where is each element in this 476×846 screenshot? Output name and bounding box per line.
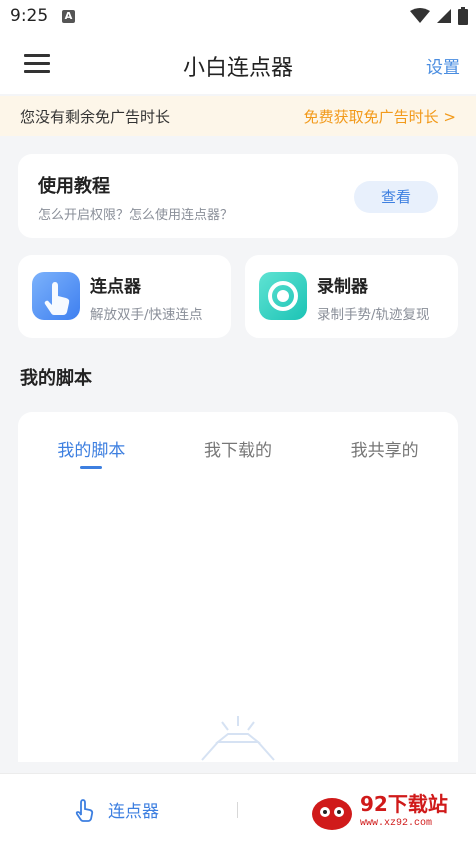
- tab-downloaded[interactable]: 我下载的: [165, 432, 312, 476]
- battery-icon: [458, 7, 468, 25]
- tab-shared[interactable]: 我共享的: [311, 432, 458, 476]
- wifi-icon: [410, 8, 430, 23]
- tab-active-indicator: [80, 466, 103, 469]
- nav-divider: [237, 802, 238, 818]
- tap-hand-icon: [75, 799, 94, 822]
- feature-subtitle: 录制手势/轨迹复现: [317, 307, 430, 323]
- status-bar: 9:25 A: [0, 0, 476, 34]
- bottom-nav: 连点器 92下载站 www.xz92.com: [0, 773, 476, 846]
- watermark-title: 92下载站: [360, 792, 448, 816]
- app-title: 小白连点器: [182, 56, 293, 81]
- scripts-panel: 我的脚本 我下载的 我共享的: [18, 412, 458, 762]
- get-ad-free-link[interactable]: 免费获取免广告时长 >: [304, 106, 456, 127]
- view-tutorial-button[interactable]: 查看: [354, 181, 438, 213]
- watermark-logo: 92下载站 www.xz92.com: [308, 788, 468, 838]
- tab-my-scripts[interactable]: 我的脚本: [18, 432, 165, 476]
- tutorial-subtitle: 怎么开启权限？怎么使用连点器？: [38, 208, 234, 223]
- nav-clicker[interactable]: 连点器: [72, 796, 159, 822]
- tab-label: 我的脚本: [57, 441, 126, 461]
- status-icons: [410, 7, 468, 25]
- feature-subtitle: 解放双手/快速连点: [90, 307, 203, 323]
- watermark-url: www.xz92.com: [360, 818, 433, 829]
- tap-hand-icon: [32, 272, 80, 320]
- nav-label: 连点器: [108, 801, 159, 822]
- record-icon: [259, 272, 307, 320]
- scripts-tabs: 我的脚本 我下载的 我共享的: [18, 432, 458, 476]
- tutorial-card: 使用教程 怎么开启权限？怎么使用连点器？ 查看: [18, 154, 458, 238]
- feature-title: 连点器: [90, 277, 141, 297]
- recorder-feature-card[interactable]: 录制器 录制手势/轨迹复现: [245, 255, 458, 338]
- app-bar: 小白连点器 设置: [0, 34, 476, 94]
- tab-label: 我共享的: [350, 441, 419, 461]
- watermark-face-icon: [312, 798, 352, 830]
- clicker-feature-card[interactable]: 连点器 解放双手/快速连点: [18, 255, 231, 338]
- tab-label: 我下载的: [204, 441, 272, 461]
- ad-banner: 您没有剩余免广告时长 免费获取免广告时长 >: [0, 96, 476, 136]
- empty-state-illustration: [201, 716, 275, 761]
- settings-button[interactable]: 设置: [426, 53, 460, 78]
- status-time: 9:25: [10, 6, 49, 26]
- ad-message: 您没有剩余免广告时长: [20, 108, 171, 126]
- section-title: 我的脚本: [20, 368, 92, 389]
- signal-icon: [437, 9, 451, 23]
- feature-title: 录制器: [317, 277, 368, 297]
- tutorial-title: 使用教程: [38, 176, 110, 197]
- notification-badge: A: [62, 10, 75, 23]
